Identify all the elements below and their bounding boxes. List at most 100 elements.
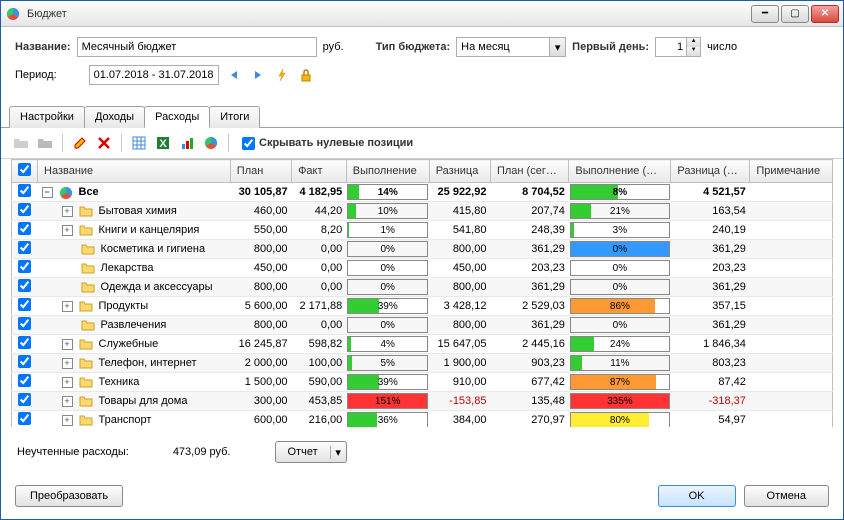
row-checkbox[interactable] [18, 412, 31, 425]
cell-exec: 0% [346, 259, 429, 278]
chart-icon[interactable] [177, 133, 197, 153]
tree-expander-icon[interactable]: − [42, 187, 53, 198]
cell-plan-today: 361,29 [490, 240, 568, 259]
cell-fact: 8,20 [292, 221, 347, 240]
row-checkbox[interactable] [18, 355, 31, 368]
cell-note [750, 392, 833, 411]
pie-icon[interactable] [201, 133, 221, 153]
ok-button[interactable]: OK [658, 485, 736, 507]
tree-expander-icon[interactable]: + [62, 415, 73, 426]
table-row[interactable]: Лекарства450,000,000%450,00203,230%203,2… [12, 259, 833, 278]
cell-exec-today: 24% [569, 335, 671, 354]
column-header[interactable]: План [230, 160, 291, 183]
table-row[interactable]: Развлечения800,000,000%800,00361,290%361… [12, 316, 833, 335]
row-checkbox[interactable] [18, 260, 31, 273]
cell-fact: 216,00 [292, 411, 347, 428]
cell-diff-today: 54,97 [671, 411, 750, 428]
tree-expander-icon[interactable]: + [62, 206, 73, 217]
cell-exec: 36% [346, 411, 429, 428]
cell-exec: 5% [346, 354, 429, 373]
column-header[interactable]: Название [38, 160, 231, 183]
table-row[interactable]: −Все30 105,874 182,9514%25 922,928 704,5… [12, 183, 833, 202]
table-row[interactable]: +Транспорт600,00216,0036%384,00270,9780%… [12, 411, 833, 428]
row-name: Телефон, интернет [99, 357, 197, 369]
row-name: Служебные [99, 338, 159, 350]
tree-expander-icon[interactable]: + [62, 225, 73, 236]
table-row[interactable]: Косметика и гигиена800,000,000%800,00361… [12, 240, 833, 259]
row-checkbox[interactable] [18, 374, 31, 387]
table-row[interactable]: Одежда и аксессуары800,000,000%800,00361… [12, 278, 833, 297]
cell-plan-today: 8 704,52 [490, 183, 568, 202]
maximize-button[interactable]: ▢ [781, 5, 809, 23]
tab-Расходы[interactable]: Расходы [144, 106, 210, 128]
folder-icon[interactable] [35, 133, 55, 153]
tree-expander-icon[interactable]: + [62, 396, 73, 407]
cell-note [750, 354, 833, 373]
row-checkbox[interactable] [18, 336, 31, 349]
column-header[interactable]: Примечание [750, 160, 833, 183]
row-checkbox[interactable] [18, 393, 31, 406]
cell-note [750, 297, 833, 316]
row-checkbox[interactable] [18, 222, 31, 235]
row-checkbox[interactable] [18, 241, 31, 254]
column-header[interactable]: Выполнение [346, 160, 429, 183]
close-button[interactable]: ✕ [811, 5, 839, 23]
table-row[interactable]: +Техника1 500,00590,0039%910,00677,4287%… [12, 373, 833, 392]
hide-zero-checkbox[interactable]: Скрывать нулевые позиции [242, 137, 413, 150]
row-checkbox[interactable] [18, 184, 31, 197]
column-header[interactable]: Разница (… [671, 160, 750, 183]
prev-arrow-icon[interactable] [225, 66, 243, 84]
report-button[interactable]: Отчет▾ [275, 441, 347, 463]
cell-plan-today: 207,74 [490, 202, 568, 221]
column-header[interactable]: План (сег… [490, 160, 568, 183]
table-row[interactable]: +Бытовая химия460,0044,2010%415,80207,74… [12, 202, 833, 221]
tab-Доходы[interactable]: Доходы [84, 106, 145, 128]
table-row[interactable]: +Телефон, интернет2 000,00100,005%1 900,… [12, 354, 833, 373]
grid-icon[interactable] [129, 133, 149, 153]
table-row[interactable]: +Служебные16 245,87598,824%15 647,052 44… [12, 335, 833, 354]
edit-icon[interactable] [70, 133, 90, 153]
folder-icon [79, 224, 93, 236]
table-row[interactable]: +Продукты5 600,002 171,8839%3 428,122 52… [12, 297, 833, 316]
column-header[interactable]: Разница [429, 160, 490, 183]
table-row[interactable]: +Товары для дома300,00453,85151%-153,851… [12, 392, 833, 411]
budget-grid[interactable]: НазваниеПланФактВыполнениеРазницаПлан (с… [11, 159, 833, 427]
lightning-icon[interactable] [273, 66, 291, 84]
budget-type-combo[interactable]: На месяц ▾ [456, 37, 566, 57]
row-name: Бытовая химия [99, 205, 177, 217]
tree-expander-icon[interactable]: + [62, 377, 73, 388]
cancel-button[interactable]: Отмена [744, 485, 829, 507]
table-row[interactable]: +Книги и канцелярия550,008,201%541,80248… [12, 221, 833, 240]
period-input[interactable] [89, 65, 219, 85]
row-checkbox[interactable] [18, 203, 31, 216]
excel-icon[interactable]: X [153, 133, 173, 153]
delete-icon[interactable] [94, 133, 114, 153]
row-checkbox[interactable] [18, 298, 31, 311]
column-header[interactable]: Факт [292, 160, 347, 183]
minimize-button[interactable]: ━ [751, 5, 779, 23]
chevron-down-icon[interactable]: ▾ [549, 38, 565, 56]
tree-expander-icon[interactable]: + [62, 301, 73, 312]
tree-expander-icon[interactable]: + [62, 358, 73, 369]
tab-Итоги[interactable]: Итоги [209, 106, 260, 128]
currency-label: руб. [323, 41, 344, 53]
lock-icon[interactable] [297, 66, 315, 84]
spin-down-icon[interactable]: ▼ [687, 47, 700, 56]
transform-button[interactable]: Преобразовать [15, 485, 123, 507]
next-arrow-icon[interactable] [249, 66, 267, 84]
chevron-down-icon[interactable]: ▾ [330, 446, 346, 459]
row-checkbox[interactable] [18, 317, 31, 330]
column-header[interactable]: Выполнение (… [569, 160, 671, 183]
cell-diff: 25 922,92 [429, 183, 490, 202]
new-folder-icon[interactable] [11, 133, 31, 153]
name-input[interactable] [77, 37, 317, 57]
col-check[interactable] [12, 160, 38, 183]
folder-icon [81, 262, 95, 274]
firstday-unit: число [707, 41, 737, 53]
tab-Настройки[interactable]: Настройки [9, 106, 85, 128]
row-name: Транспорт [99, 414, 152, 426]
row-checkbox[interactable] [18, 279, 31, 292]
firstday-spinner[interactable]: ▲▼ [655, 37, 701, 57]
spin-up-icon[interactable]: ▲ [687, 38, 700, 47]
tree-expander-icon[interactable]: + [62, 339, 73, 350]
